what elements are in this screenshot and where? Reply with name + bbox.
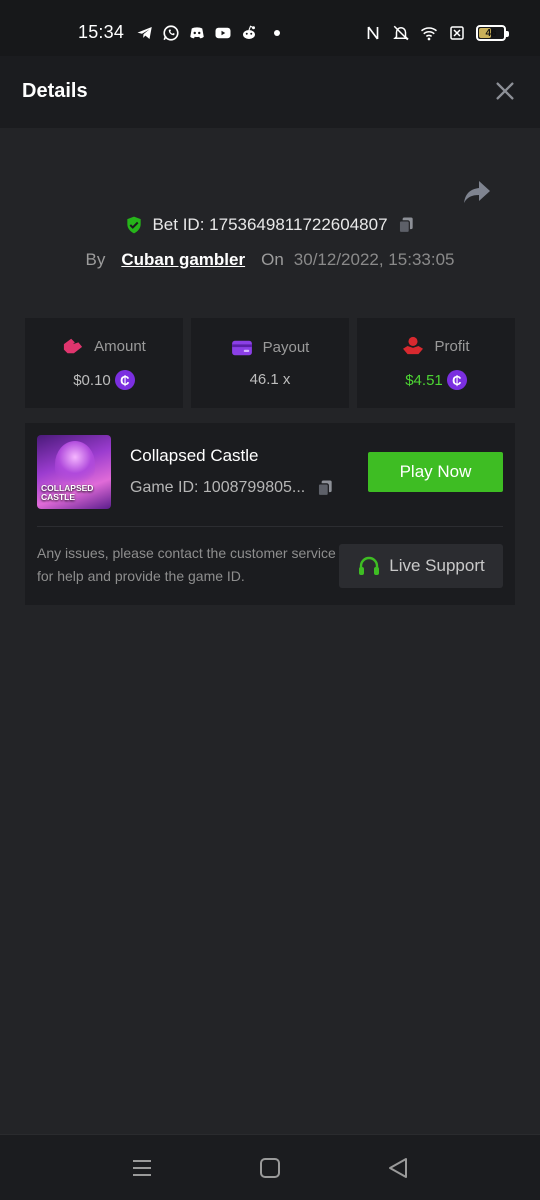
wallet-icon bbox=[231, 340, 252, 355]
amount-icon bbox=[64, 338, 83, 354]
amount-card: Amount $0.10 ₵ bbox=[25, 318, 183, 408]
game-artwork bbox=[55, 441, 95, 487]
close-icon[interactable] bbox=[494, 80, 516, 102]
battery-level: 46 bbox=[485, 27, 497, 39]
youtube-icon bbox=[215, 27, 231, 39]
play-now-button[interactable]: Play Now bbox=[368, 452, 503, 492]
recents-icon[interactable] bbox=[130, 1157, 154, 1179]
more-notifications-dot bbox=[274, 30, 280, 36]
payout-card: Payout 46.1 x bbox=[191, 318, 349, 408]
battery-icon: 46 bbox=[476, 25, 509, 41]
game-card: COLLAPSED CASTLE Collapsed Castle Game I… bbox=[25, 423, 515, 605]
copy-bet-id-icon[interactable] bbox=[396, 215, 416, 235]
discord-icon bbox=[190, 27, 204, 39]
game-id-row: Game ID: 1008799805... bbox=[130, 478, 335, 498]
bet-id: Bet ID: 1753649811722604807 bbox=[152, 215, 388, 234]
profit-label: Profit bbox=[434, 337, 470, 355]
amount-value: $0.10 bbox=[73, 371, 111, 389]
details-header: Details bbox=[0, 56, 540, 128]
coin-icon: ₵ bbox=[446, 370, 467, 390]
telegram-icon bbox=[137, 27, 152, 39]
status-bar: 15:34 46 bbox=[0, 0, 540, 56]
bet-meta-row: By Cuban gambler On 30/12/2022, 15:33:05 bbox=[0, 250, 540, 270]
game-id: Game ID: 1008799805... bbox=[130, 479, 306, 496]
copy-game-id-icon[interactable] bbox=[315, 478, 335, 498]
help-text: Any issues, please contact the customer … bbox=[37, 545, 336, 584]
status-time: 15:34 bbox=[78, 22, 125, 42]
amount-label: Amount bbox=[94, 337, 146, 355]
profit-icon bbox=[403, 336, 424, 355]
nfc-icon bbox=[367, 26, 379, 40]
back-icon[interactable] bbox=[386, 1157, 410, 1179]
reddit-icon bbox=[243, 25, 255, 39]
sim-off-icon bbox=[450, 26, 464, 40]
bet-id-row: Bet ID: 1753649811722604807 bbox=[0, 215, 540, 235]
game-thumbnail[interactable]: COLLAPSED CASTLE bbox=[37, 435, 111, 509]
bet-date: 30/12/2022, 15:33:05 bbox=[293, 250, 455, 269]
wifi-icon bbox=[421, 27, 437, 41]
system-icons: 46 bbox=[364, 24, 509, 42]
home-icon[interactable] bbox=[258, 1157, 282, 1179]
bet-stats: Amount $0.10 ₵ Payout 46.1 x Profit $4.5… bbox=[25, 318, 515, 408]
share-icon[interactable] bbox=[462, 178, 492, 206]
payout-value: 46.1 x bbox=[249, 370, 291, 388]
game-thumbnail-logo: COLLAPSED CASTLE bbox=[41, 483, 94, 502]
game-title: Collapsed Castle bbox=[130, 446, 259, 465]
payout-label: Payout bbox=[262, 339, 310, 356]
username-link[interactable]: Cuban gambler bbox=[121, 250, 245, 270]
profit-value: $4.51 bbox=[405, 371, 443, 389]
on-label: On bbox=[261, 250, 284, 269]
system-nav-bar bbox=[0, 1134, 540, 1200]
notification-icons bbox=[136, 24, 280, 42]
bell-off-icon bbox=[393, 25, 409, 41]
live-support-button[interactable]: Live Support bbox=[339, 544, 503, 588]
profit-card: Profit $4.51 ₵ bbox=[357, 318, 515, 408]
page-title: Details bbox=[22, 80, 88, 102]
live-support-label: Live Support bbox=[389, 556, 485, 575]
headset-icon bbox=[359, 556, 380, 575]
by-label: By bbox=[85, 250, 106, 269]
divider bbox=[37, 526, 503, 527]
shield-check-icon bbox=[127, 216, 142, 234]
whatsapp-icon bbox=[163, 25, 179, 41]
coin-icon: ₵ bbox=[114, 370, 135, 390]
